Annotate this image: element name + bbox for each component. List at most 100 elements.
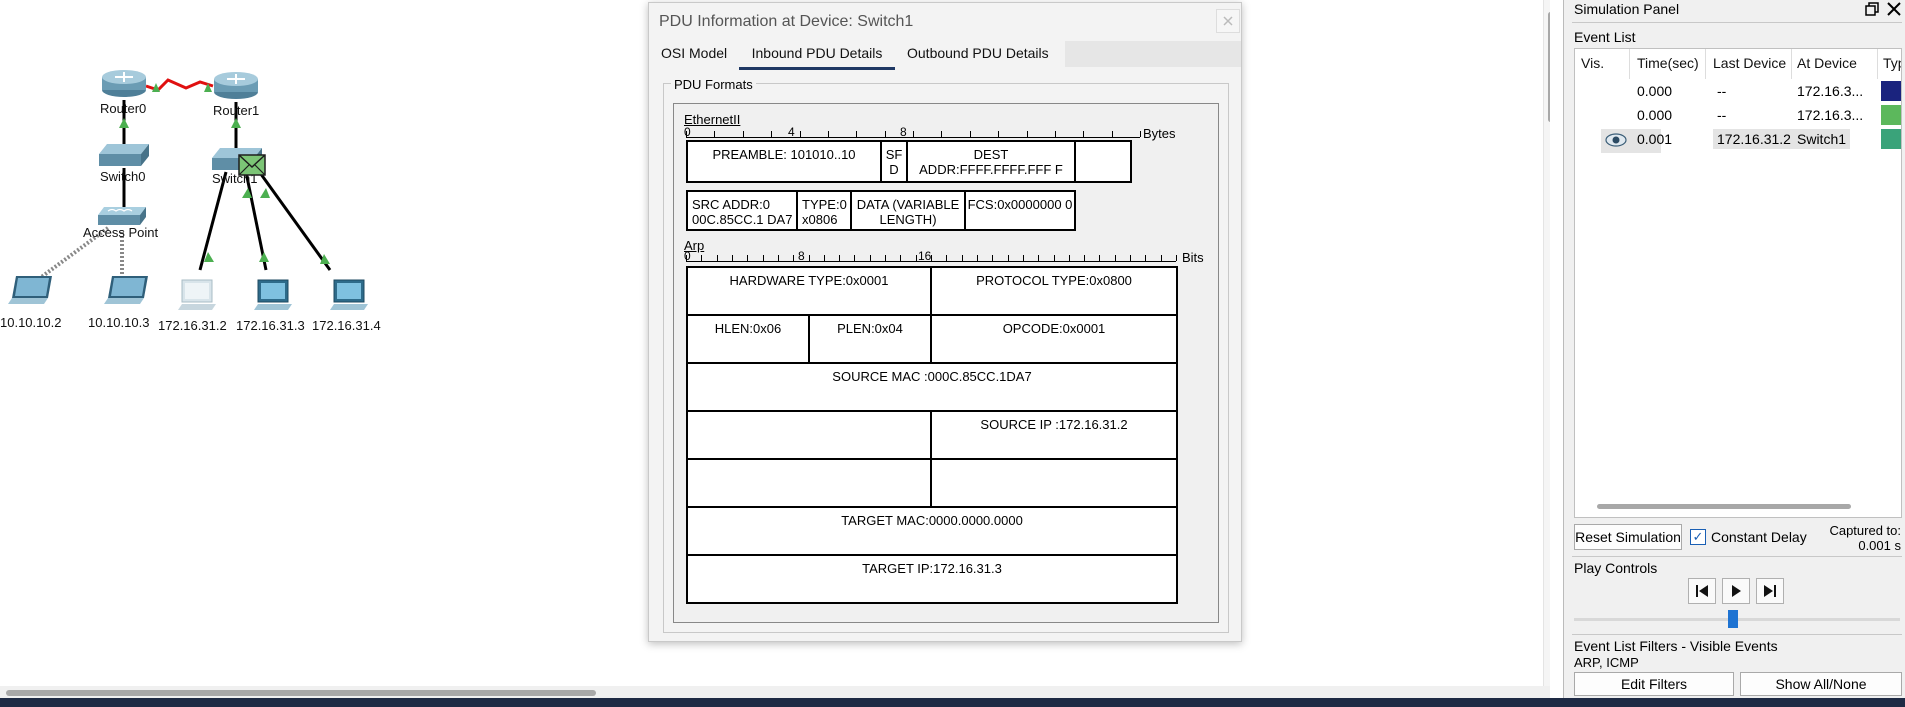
event-type-color[interactable] [1881, 105, 1901, 125]
divider [1572, 634, 1902, 635]
device-label-router0[interactable]: Router0 [100, 102, 146, 116]
link-up-arrow [260, 188, 270, 198]
ruler-tick [870, 255, 871, 261]
ruler-tick [778, 255, 779, 261]
close-icon [1223, 16, 1233, 26]
ruler-number: 4 [788, 125, 795, 139]
show-all-none-button[interactable]: Show All/None [1740, 672, 1902, 696]
ruler-tick [1145, 255, 1146, 261]
ruler-tick [1084, 255, 1085, 261]
column-header-type[interactable]: Typ [1883, 55, 1901, 71]
link-up-arrow [231, 118, 241, 128]
ruler-tick [809, 255, 810, 261]
tab-outbound-pdu-details[interactable]: Outbound PDU Details [907, 45, 1049, 67]
cell-time: 0.000 [1637, 107, 1673, 123]
step-back-button[interactable] [1688, 578, 1716, 604]
ruler-number: 0 [684, 125, 691, 139]
column-separator [1791, 49, 1792, 79]
ruler-tick [771, 131, 772, 137]
ruler-tick [824, 255, 825, 261]
tab-inbound-pdu-details[interactable]: Inbound PDU Details [739, 45, 895, 70]
play-controls-label: Play Controls [1574, 560, 1658, 576]
taskbar [0, 698, 1905, 707]
pdu-envelope-icon[interactable] [238, 154, 266, 176]
router-icon[interactable] [101, 68, 147, 98]
event-type-color[interactable] [1881, 129, 1901, 149]
ruler-tick [1054, 255, 1055, 261]
ruler-tick [763, 255, 764, 261]
ruler-tick [913, 131, 914, 137]
horizontal-scrollbar-thumb[interactable] [6, 690, 596, 696]
device-label-switch0[interactable]: Switch0 [100, 170, 146, 184]
device-label-pc-2[interactable]: 172.16.31.3 [236, 319, 305, 333]
laptop-icon[interactable] [8, 274, 52, 314]
ruler-number: 8 [900, 125, 907, 139]
link [256, 169, 332, 271]
cell-at-device: 172.16.3... [1797, 83, 1864, 99]
field-source-ip: SOURCE IP :172.16.31.2 [930, 410, 1178, 460]
device-label-laptop-1[interactable]: 10.10.10.2 [0, 316, 61, 330]
field-empty [1074, 140, 1132, 183]
event-type-color[interactable] [1881, 81, 1901, 101]
vertical-scrollbar-thumb[interactable] [1548, 12, 1550, 122]
ruler-tick [828, 131, 829, 137]
ruler-tick [856, 131, 857, 137]
event-list-table[interactable]: Vis. Time(sec) Last Device At Device Typ… [1574, 48, 1902, 518]
switch-icon[interactable] [99, 142, 149, 168]
ruler-tick [946, 255, 947, 261]
ruler-tick [743, 131, 744, 137]
play-speed-slider-thumb[interactable] [1728, 610, 1738, 628]
cell-last-device: 172.16.31.2 [1713, 129, 1795, 149]
reset-simulation-button[interactable]: Reset Simulation [1574, 524, 1682, 550]
ruler-tick [701, 255, 702, 261]
router-icon[interactable] [213, 70, 259, 100]
ruler-tick [1069, 255, 1070, 261]
field-plen: PLEN:0x04 [808, 314, 932, 364]
device-label-pc-3[interactable]: 172.16.31.4 [312, 319, 381, 333]
skip-back-icon [1696, 585, 1708, 597]
field-dest-addr: DEST ADDR:FFFF.FFFF.FFF F [906, 140, 1076, 183]
ruler-tick [970, 131, 971, 137]
ruler-tick [998, 131, 999, 137]
tab-osi-model[interactable]: OSI Model [661, 45, 727, 67]
device-label-access-point[interactable]: Access Point [83, 226, 158, 240]
restore-icon [1865, 2, 1879, 16]
column-header-at-device[interactable]: At Device [1797, 55, 1857, 71]
column-header-time[interactable]: Time(sec) [1637, 55, 1699, 71]
pc-icon[interactable] [328, 278, 372, 318]
constant-delay-checkbox[interactable]: ✓ [1690, 529, 1706, 545]
edit-filters-button[interactable]: Edit Filters [1574, 672, 1734, 696]
restore-window-button[interactable] [1864, 1, 1880, 17]
pc-icon[interactable] [252, 278, 296, 318]
field-sfd: SF D [880, 140, 908, 183]
column-header-vis[interactable]: Vis. [1581, 55, 1604, 71]
ruler-tick [1083, 131, 1084, 137]
field-opcode: OPCODE:0x0001 [930, 314, 1178, 364]
ruler-tick [1140, 131, 1141, 137]
cell-time: 0.001 [1637, 131, 1673, 147]
step-forward-button[interactable] [1756, 578, 1784, 604]
play-button[interactable] [1722, 578, 1750, 604]
ruler-tick [1112, 131, 1113, 137]
ruler-tick [1038, 255, 1039, 261]
ruler-tick [900, 255, 901, 261]
laptop-icon[interactable] [104, 274, 148, 314]
ruler-tick [854, 255, 855, 261]
close-button[interactable] [1216, 9, 1240, 33]
device-label-pc-1[interactable]: 172.16.31.2 [158, 319, 227, 333]
pc-icon[interactable] [176, 278, 220, 318]
device-label-router1[interactable]: Router1 [213, 104, 259, 118]
field-target-mac-start [930, 458, 1178, 508]
ruler-tick [977, 255, 978, 261]
close-panel-button[interactable] [1886, 1, 1902, 17]
ruler-tick [1115, 255, 1116, 261]
field-src-addr: SRC ADDR:0 00C.85CC.1 DA7 [686, 190, 798, 231]
access-point-icon[interactable] [98, 205, 148, 227]
table-horizontal-scrollbar[interactable] [1597, 504, 1851, 509]
captured-to-value: 0.001 s [1858, 538, 1901, 553]
device-label-laptop-2[interactable]: 10.10.10.3 [88, 316, 149, 330]
tab-strip-filler [1065, 41, 1241, 67]
link-up-arrow [259, 252, 269, 262]
field-type: TYPE:0 x0806 [796, 190, 852, 231]
column-header-last-device[interactable]: Last Device [1713, 55, 1786, 71]
